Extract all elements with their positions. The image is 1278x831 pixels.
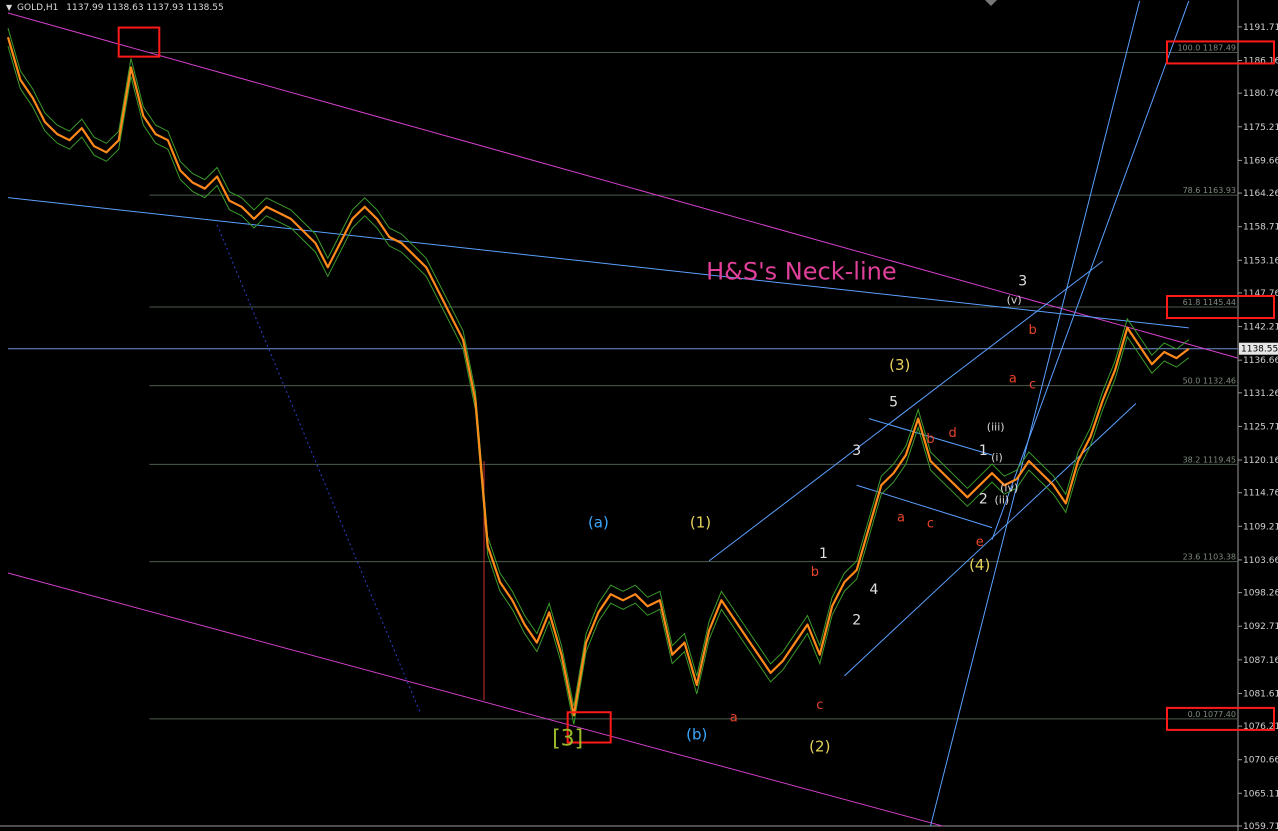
- wave-label: 2: [852, 612, 861, 628]
- wave-label: H&S's Neck-line: [706, 257, 897, 285]
- wave-label: a: [1009, 371, 1017, 386]
- wave-label: 3: [852, 443, 861, 459]
- fib-level-label: 100.0 1187.49: [1177, 43, 1236, 52]
- wave-label: 1: [979, 443, 988, 459]
- y-tick-label: 1153.16: [1243, 256, 1278, 266]
- wave-label: [3]: [552, 727, 583, 752]
- y-tick-label: 1098.26: [1243, 589, 1278, 599]
- channel-top: [708, 260, 1104, 562]
- fib-level-label: 23.6 1103.38: [1183, 553, 1236, 562]
- dashed-diagonal: [216, 224, 421, 713]
- wave-label: c: [1029, 377, 1036, 392]
- wave-label: b: [926, 432, 934, 447]
- wave-label: a: [897, 511, 905, 526]
- wave-label: a: [730, 710, 738, 725]
- wave-label: 4: [869, 582, 878, 598]
- wave-label: (iv): [1000, 481, 1018, 494]
- y-tick-label: 1114.76: [1243, 489, 1278, 499]
- wave-label: (a): [588, 514, 609, 532]
- wave-label: (2): [809, 738, 830, 756]
- y-tick-label: 1125.71: [1243, 422, 1278, 432]
- wave-label: (b): [686, 725, 707, 743]
- y-tick-label: 1136.66: [1243, 356, 1278, 366]
- wave-label: 5: [889, 395, 898, 411]
- y-tick-label: 1103.66: [1243, 556, 1278, 566]
- y-tick-label: 1191.71: [1243, 23, 1278, 33]
- y-tick-label: 1092.71: [1243, 622, 1278, 632]
- wave-label: (3): [889, 356, 910, 374]
- wave-label: (iii): [987, 421, 1005, 434]
- envelope-upper: [7, 28, 1190, 707]
- y-tick-label: 1142.21: [1243, 323, 1278, 333]
- y-tick-label: 1109.21: [1243, 522, 1278, 532]
- lower-magenta-line: [7, 572, 943, 827]
- y-tick-label: 1120.16: [1243, 456, 1278, 466]
- wave-label: (v): [1007, 294, 1022, 307]
- wave-label: 3: [1018, 273, 1027, 289]
- y-tick-label: 1180.76: [1243, 89, 1278, 99]
- price-chart[interactable]: 1191.71 1186.16 1180.76 1175.21 1169.66 1164.…: [0, 0, 1278, 831]
- fib-level-label: 61.8 1145.44: [1183, 298, 1236, 307]
- steep-line-2: [991, 0, 1190, 540]
- channel-bottom: [844, 403, 1137, 677]
- fib-level-label: 50.0 1132.46: [1183, 377, 1236, 386]
- y-tick-label: 1164.26: [1243, 189, 1278, 199]
- wave-label: (4): [969, 556, 990, 574]
- y-tick-label: 1070.66: [1243, 756, 1278, 766]
- y-tick-label: 1147.76: [1243, 289, 1278, 299]
- wave-label: d: [949, 426, 957, 441]
- current-price-label: 1138.55: [1241, 345, 1278, 355]
- wave-label: c: [816, 698, 823, 713]
- y-tick-label: 1131.26: [1243, 389, 1278, 399]
- wave-label: (ii): [994, 493, 1009, 506]
- fib-level-label: 38.2 1119.45: [1183, 455, 1236, 464]
- wave-label: b: [811, 565, 819, 580]
- y-tick-label: 1158.71: [1243, 223, 1278, 233]
- wave-label: 2: [979, 491, 988, 507]
- steep-line-1: [930, 0, 1141, 827]
- wave-label: 1: [819, 546, 828, 562]
- fib-level-label: 78.6 1163.93: [1183, 186, 1236, 195]
- wave-label: (i): [991, 451, 1003, 464]
- neckline-blue: [7, 197, 1189, 329]
- y-tick-label: 1065.11: [1243, 789, 1278, 799]
- wave-label: (1): [690, 514, 711, 532]
- upper-magenta-line: [7, 12, 1239, 359]
- wave-label: b: [1028, 323, 1036, 338]
- y-tick-label: 1175.21: [1243, 123, 1278, 133]
- wave-label: c: [927, 517, 934, 532]
- y-tick-label: 1087.16: [1243, 656, 1278, 666]
- wave-label: e: [976, 535, 984, 550]
- y-tick-label: 1169.66: [1243, 156, 1278, 166]
- y-tick-label: 1186.16: [1243, 56, 1278, 66]
- y-tick-label: 1081.61: [1243, 689, 1278, 699]
- fib-level-label: 0.0 1077.40: [1188, 710, 1236, 719]
- y-tick-label: 1059.71: [1243, 822, 1278, 831]
